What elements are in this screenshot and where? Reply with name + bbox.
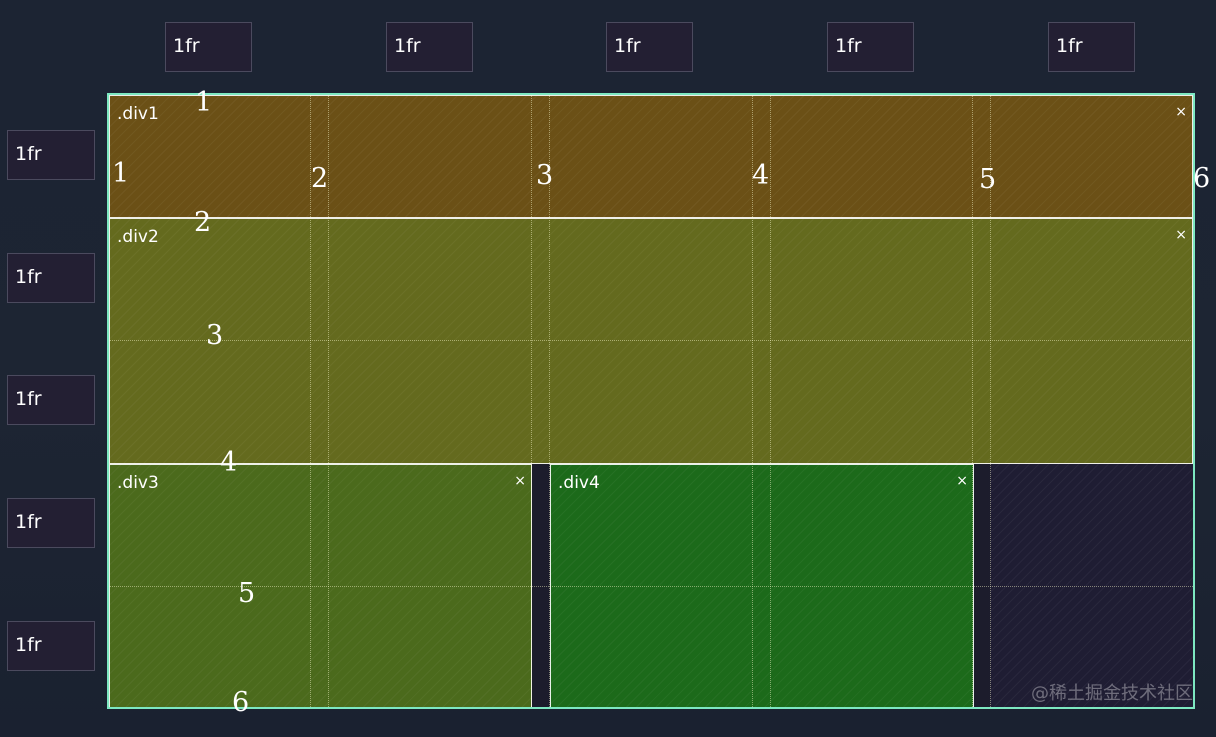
div1-close-icon[interactable]: × [1175,104,1187,120]
column-line-number-5: 5 [979,164,997,195]
row-track-size-1[interactable]: 1fr [7,130,95,180]
row-line [109,340,1193,341]
row-track-size-5[interactable]: 1fr [7,621,95,671]
gap-line [972,95,973,707]
column-line-number-6: 6 [1193,163,1211,194]
empty-grid-cell [990,463,1193,707]
column-track-size-3[interactable]: 1fr [606,22,693,72]
grid-area-div1[interactable]: .div1 × [109,95,1193,218]
grid-container: .div1 × .div2 × .div3 × .div4 × @稀土掘金技术社… [107,93,1195,709]
column-line-number-1: 1 [112,158,130,189]
div1-label: .div1 [117,104,159,124]
row-track-size-3[interactable]: 1fr [7,375,95,425]
row-line [109,586,1193,587]
div2-close-icon[interactable]: × [1175,227,1187,243]
row-track-size-2[interactable]: 1fr [7,253,95,303]
column-line-number-4: 4 [752,160,770,191]
div3-label: .div3 [117,473,159,493]
div4-label: .div4 [558,473,600,493]
gap-line [531,95,532,707]
div2-label: .div2 [117,227,159,247]
grid-area-div2[interactable]: .div2 × [109,218,1193,464]
column-line-number-2: 2 [311,163,329,194]
row-line-number-3: 3 [206,320,224,351]
column-track-size-4[interactable]: 1fr [827,22,914,72]
column-line-number-3: 3 [536,160,554,191]
row-line-number-1: 1 [195,87,213,118]
row-line-number-6: 6 [232,687,250,718]
watermark: @稀土掘金技术社区 [1031,683,1193,704]
div3-close-icon[interactable]: × [514,473,526,489]
column-track-size-1[interactable]: 1fr [165,22,252,72]
row-line-number-4: 4 [220,447,238,478]
column-track-size-2[interactable]: 1fr [386,22,473,72]
div4-close-icon[interactable]: × [956,473,968,489]
gap-line [770,95,771,707]
row-line-number-2: 2 [194,207,212,238]
row-line-number-5: 5 [238,578,256,609]
column-track-size-5[interactable]: 1fr [1048,22,1135,72]
row-track-size-4[interactable]: 1fr [7,498,95,548]
